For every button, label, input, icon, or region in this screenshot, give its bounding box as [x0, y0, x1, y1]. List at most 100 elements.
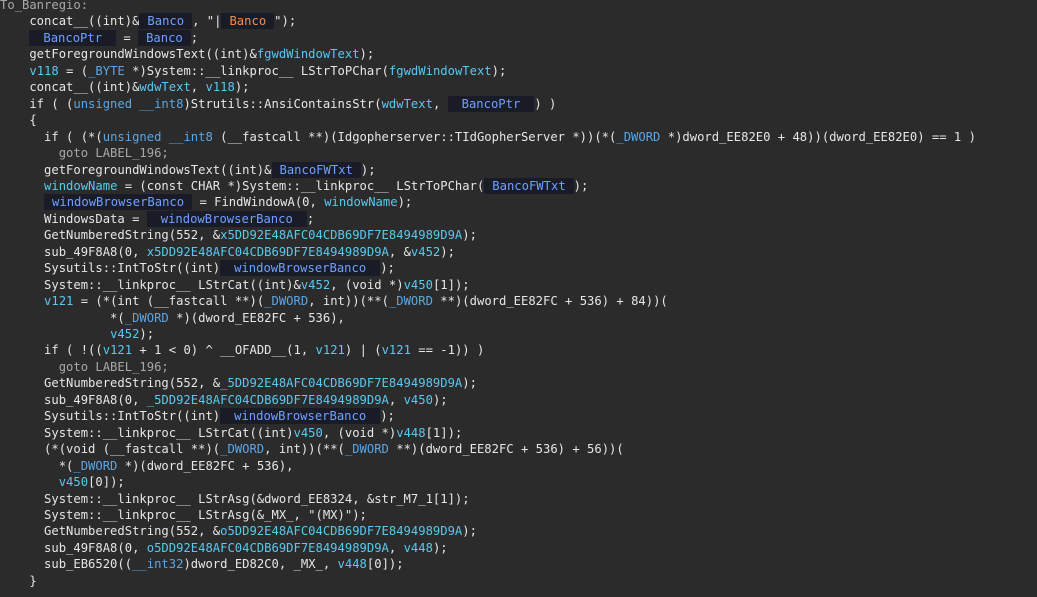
code-token: ,	[388, 392, 404, 407]
code-token: __int32	[132, 557, 184, 572]
code-line: WindowsData = windowBrowserBanco;	[0, 210, 315, 227]
code-token: v450	[403, 277, 433, 292]
redacted-identifier: Banco	[139, 13, 193, 30]
code-line: if ( (*(unsigned __int8 (__fastcall **)(…	[0, 129, 976, 145]
code-token: (__fastcall **)(Idgopherserver::TIdGophe…	[212, 129, 617, 144]
code-token: if ( (*(	[0, 129, 103, 144]
code-token: v450	[293, 425, 323, 440]
code-token: );	[432, 392, 448, 407]
code-token: x5DD92E48AFC04CDB69DF7E8494989D9A	[146, 244, 389, 259]
code-token: concat__((int)&	[0, 80, 140, 95]
code-line: Sysutils::IntToStr((int) windowBrowserBan…	[0, 408, 395, 425]
code-token: );	[573, 178, 589, 193]
code-token: **)(dword_EE82FC + 536) + 56))(	[388, 442, 624, 457]
redacted-identifier: BancoPtr	[447, 95, 535, 112]
code-token: GetNumberedString(552, &	[0, 228, 221, 243]
redacted-identifier: Banco	[221, 13, 275, 30]
code-token: v452	[300, 277, 331, 292]
code-token: if ( !((	[0, 343, 103, 358]
code-token: v448	[403, 540, 433, 555]
code-token: **)(dword_EE82FC + 536) + 84))(	[432, 294, 668, 309]
code-token: [1]);	[425, 425, 463, 440]
code-token: v448	[337, 557, 367, 572]
code-line: getForegroundWindowsText((int)&fgwdWindo…	[0, 46, 374, 62]
code-token: v121	[315, 343, 345, 358]
code-token: WindowsData =	[0, 211, 147, 226]
code-line: sub_49F8A8(0, _5DD92E48AFC04CDB69DF7E849…	[0, 392, 448, 408]
code-token: wdwText	[139, 80, 191, 95]
code-line: if ( !((v121 + 1 < 0) ^ __OFADD__(1, v12…	[0, 342, 484, 358]
code-line: BancoPtr = Banco;	[0, 29, 199, 46]
code-line: GetNumberedString(552, &o5DD92E48AFC04CD…	[0, 523, 477, 539]
code-token: _DWORD	[344, 442, 389, 457]
code-token: _5DD92E48AFC04CDB69DF7E8494989D9A	[146, 392, 389, 407]
redacted-identifier: BancoPtr	[29, 29, 117, 46]
code-token: = (*(int (__fastcall **)(	[73, 294, 265, 309]
code-token: v118	[29, 63, 59, 78]
redacted-identifier: Banco	[138, 29, 191, 46]
code-token: fgwdWindowText	[388, 63, 492, 78]
code-token: )dword_ED82C0, _MX_,	[183, 557, 338, 572]
code-token: );	[360, 162, 376, 177]
code-token: );	[139, 327, 155, 341]
code-token: concat__((int)&	[0, 14, 140, 29]
code-token: sub_49F8A8(0,	[0, 392, 147, 407]
code-token: x5DD92E48AFC04CDB69DF7E8494989D9A	[220, 228, 463, 243]
code-token: );	[397, 195, 413, 210]
code-token: );	[380, 409, 395, 424]
code-token: _DWORD	[73, 458, 118, 473]
code-token: _DWORD	[616, 129, 661, 144]
code-token: System::__linkproc__ LStrAsg(&_MX_, "(MX…	[0, 507, 367, 522]
code-token: );	[440, 244, 455, 259]
code-token: _DWORD	[124, 310, 169, 325]
code-token: );	[432, 540, 448, 555]
redacted-identifier: windowBrowserBanco	[220, 260, 381, 277]
code-token: v121	[381, 343, 411, 358]
code-token: v121	[102, 343, 133, 358]
code-token: To_Banregio:	[0, 0, 89, 12]
code-token: , (void *)	[322, 425, 397, 440]
code-line: getForegroundWindowsText((int)& BancoFWTx…	[0, 161, 376, 178]
code-token: _DWORD	[388, 294, 433, 309]
code-line: *(_DWORD *)(dword_EE82FC + 536),	[0, 458, 294, 474]
redacted-identifier: windowBrowserBanco	[44, 194, 193, 211]
code-token: GetNumberedString(552, &	[0, 376, 221, 391]
code-line: sub_EB6520((__int32)dword_ED82C0, _MX_, …	[0, 556, 404, 572]
code-token: , &	[388, 244, 411, 259]
code-token: )Strutils::AnsiContainsStr(	[183, 96, 382, 111]
code-token: [1]);	[432, 277, 470, 292]
code-token: o5DD92E48AFC04CDB69DF7E8494989D9A	[146, 540, 389, 555]
code-token: *)dword_EE82E0 + 48))(dword_EE82E0) == 1…	[660, 129, 976, 144]
code-token: System::__linkproc__ LStrAsg(&dword_EE83…	[0, 491, 470, 506]
code-token: }	[0, 573, 37, 588]
code-line: (*(void (__fastcall **)(_DWORD, int))(**…	[0, 441, 624, 457]
code-token: );	[462, 376, 477, 391]
code-token: *)(dword_EE82FC + 536),	[168, 310, 345, 325]
code-token: *(	[0, 310, 125, 325]
code-line: System::__linkproc__ LStrAsg(&_MX_, "(MX…	[0, 507, 367, 523]
code-line: *(_DWORD *)(dword_EE82FC + 536),	[0, 310, 345, 326]
code-line: GetNumberedString(552, &x5DD92E48AFC04CD…	[0, 227, 477, 243]
code-token: ,	[432, 96, 448, 111]
code-line: {	[0, 112, 36, 128]
code-token: o5DD92E48AFC04CDB69DF7E8494989D9A	[220, 524, 463, 539]
code-token: ;	[306, 211, 315, 226]
code-token: );	[234, 80, 250, 95]
code-token: getForegroundWindowsText((int)&	[0, 162, 272, 177]
code-token: System::__linkproc__ LStrCat((int)&	[0, 277, 301, 292]
code-token: + 1 < 0) ^ __OFADD__(1,	[132, 343, 316, 358]
code-token: , (void *)	[330, 277, 404, 292]
code-token: windowName	[324, 195, 398, 210]
code-token: sub_49F8A8(0,	[0, 540, 147, 555]
code-token: v452	[410, 244, 441, 259]
code-token: _5DD92E48AFC04CDB69DF7E8494989D9A	[220, 376, 463, 391]
code-token: ,	[388, 540, 404, 555]
code-token: [0]);	[88, 475, 125, 490]
code-token: ) | (	[344, 343, 382, 358]
code-token: ;	[190, 30, 199, 45]
code-token: v452	[110, 327, 140, 341]
